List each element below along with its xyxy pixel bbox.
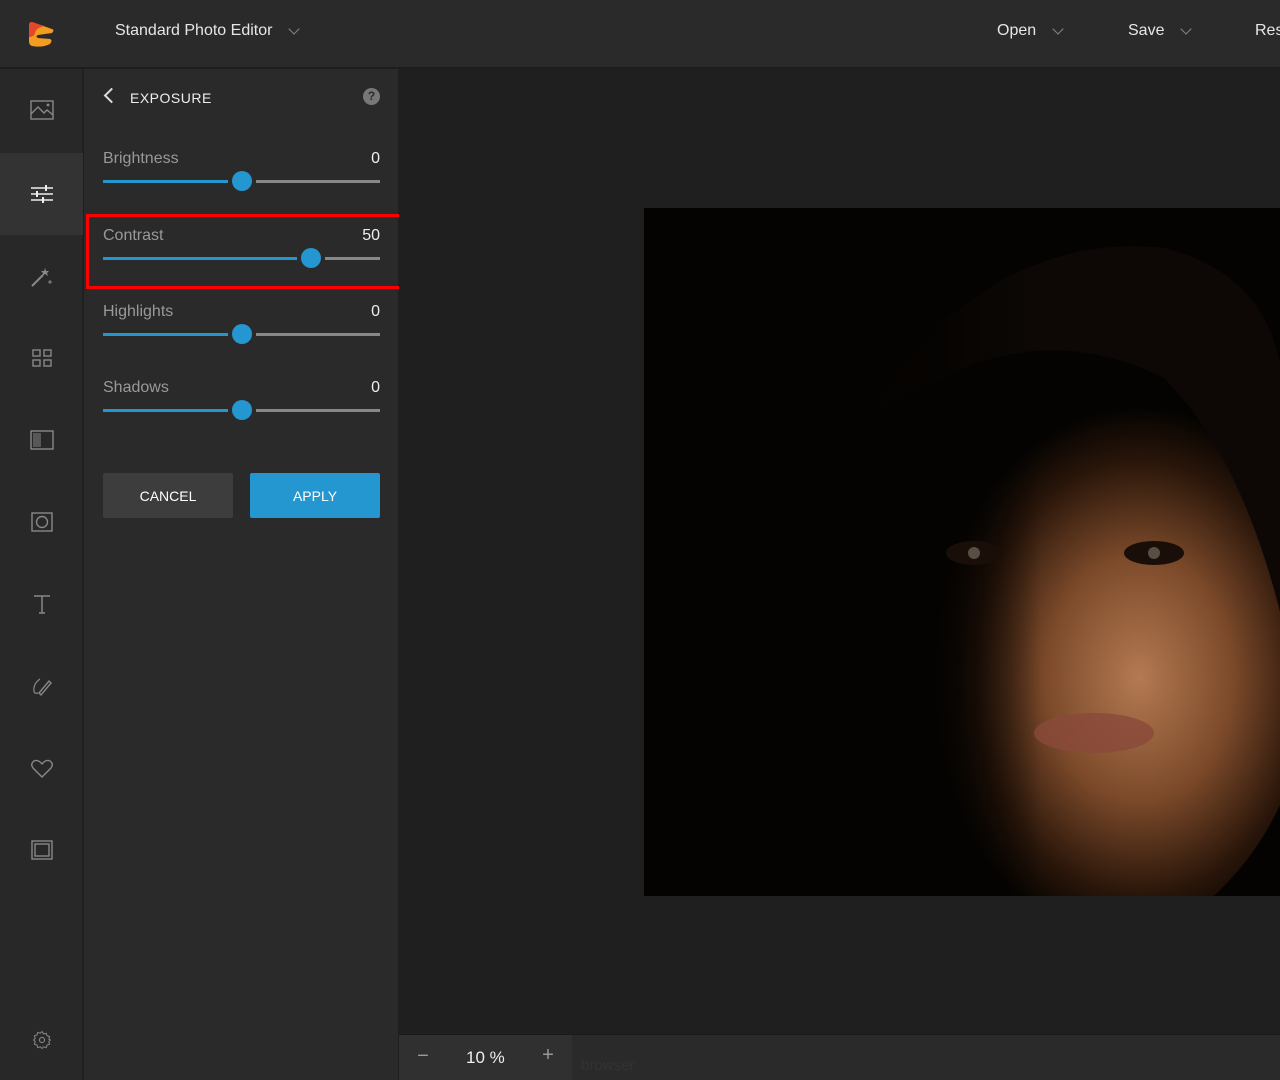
highlights-label: Highlights xyxy=(103,303,174,320)
help-icon[interactable]: ? xyxy=(363,88,380,105)
bottom-bar: − 10 % + browser xyxy=(399,1034,1280,1080)
rail-item-frames[interactable] xyxy=(0,809,83,891)
canvas-area[interactable] xyxy=(399,69,1280,1034)
rail-item-image[interactable] xyxy=(0,69,83,151)
zoom-out-button[interactable]: − xyxy=(415,1045,431,1069)
slider-thumb[interactable] xyxy=(231,171,252,191)
contrast-label: Contrast xyxy=(103,227,164,244)
slider-track-rest xyxy=(255,409,380,412)
slider-track-fill xyxy=(103,180,228,183)
rail-item-effects[interactable] xyxy=(0,235,83,317)
rail-item-stickers[interactable] xyxy=(0,727,83,809)
contrast-value: 50 xyxy=(362,227,380,244)
tool-rail xyxy=(0,69,83,1080)
portrait-image xyxy=(644,208,1280,896)
slider-thumb[interactable] xyxy=(231,324,252,344)
frame-icon xyxy=(30,840,53,860)
slider-track-rest xyxy=(255,180,380,183)
contrast-slider[interactable] xyxy=(103,248,380,268)
vignette-icon xyxy=(30,512,53,532)
magic-wand-icon xyxy=(30,268,52,287)
open-menu-label: Open xyxy=(997,22,1037,39)
rail-item-draw[interactable] xyxy=(0,645,83,727)
app-logo-icon[interactable] xyxy=(26,19,56,49)
heart-icon xyxy=(30,759,53,778)
shadows-slider-group: Shadows 0 xyxy=(103,379,380,449)
portrait-photo[interactable] xyxy=(644,208,1280,896)
back-button[interactable] xyxy=(100,86,120,106)
grid-icon xyxy=(31,349,52,367)
adjustments-icon xyxy=(30,185,53,203)
chevron-left-icon xyxy=(103,87,120,104)
editor-mode-dropdown[interactable]: Standard Photo Editor xyxy=(115,22,301,40)
browser-hint-text: browser xyxy=(581,1057,635,1074)
shadows-label: Shadows xyxy=(103,379,169,396)
highlights-value: 0 xyxy=(371,303,380,320)
top-bar: Standard Photo Editor Open Save Res xyxy=(0,0,1280,68)
brightness-slider-group: Brightness 0 xyxy=(103,150,380,220)
chevron-down-icon xyxy=(288,22,301,35)
rail-item-adjustments[interactable] xyxy=(0,153,83,235)
contrast-slider-group: Contrast 50 xyxy=(103,227,380,297)
image-icon xyxy=(29,100,54,120)
panel-title: EXPOSURE xyxy=(130,90,212,106)
shadows-value: 0 xyxy=(371,379,380,396)
apply-button[interactable]: APPLY xyxy=(250,473,380,518)
slider-track-rest xyxy=(324,257,380,260)
chevron-down-icon xyxy=(1052,22,1064,35)
rail-item-text[interactable] xyxy=(0,563,83,645)
gear-icon xyxy=(32,1030,51,1050)
highlights-slider-group: Highlights 0 xyxy=(103,303,380,373)
resize-menu[interactable]: Res xyxy=(1255,22,1280,40)
rail-item-collage[interactable] xyxy=(0,317,83,399)
exposure-panel: EXPOSURE ? Brightness 0 Contrast 50 High… xyxy=(84,69,398,1080)
slider-track-fill xyxy=(103,409,228,412)
zoom-in-button[interactable]: + xyxy=(540,1044,556,1068)
slider-thumb[interactable] xyxy=(231,400,252,420)
open-menu[interactable]: Open xyxy=(997,22,1064,40)
draw-icon xyxy=(32,678,52,697)
save-menu[interactable]: Save xyxy=(1128,22,1193,40)
highlights-slider[interactable] xyxy=(103,324,380,344)
settings-button[interactable] xyxy=(0,1024,83,1056)
brightness-slider[interactable] xyxy=(103,171,380,191)
editor-mode-label: Standard Photo Editor xyxy=(115,22,273,39)
resize-menu-label: Res xyxy=(1255,22,1280,39)
chevron-down-icon xyxy=(1180,22,1193,35)
panel-header: EXPOSURE ? xyxy=(84,69,398,129)
slider-thumb[interactable] xyxy=(300,248,321,268)
brightness-label: Brightness xyxy=(103,150,179,167)
rail-item-overlays[interactable] xyxy=(0,481,83,563)
slider-track-fill xyxy=(103,333,228,336)
zoom-controls: − 10 % + xyxy=(399,1035,572,1080)
cancel-button[interactable]: CANCEL xyxy=(103,473,233,518)
shadows-slider[interactable] xyxy=(103,400,380,420)
slider-track-fill xyxy=(103,257,297,260)
brightness-value: 0 xyxy=(371,150,380,167)
slider-track-rest xyxy=(255,333,380,336)
zoom-level: 10 % xyxy=(466,1048,505,1067)
save-menu-label: Save xyxy=(1128,22,1165,39)
rail-item-textures[interactable] xyxy=(0,399,83,481)
texture-icon xyxy=(29,430,54,450)
text-icon xyxy=(33,595,50,614)
